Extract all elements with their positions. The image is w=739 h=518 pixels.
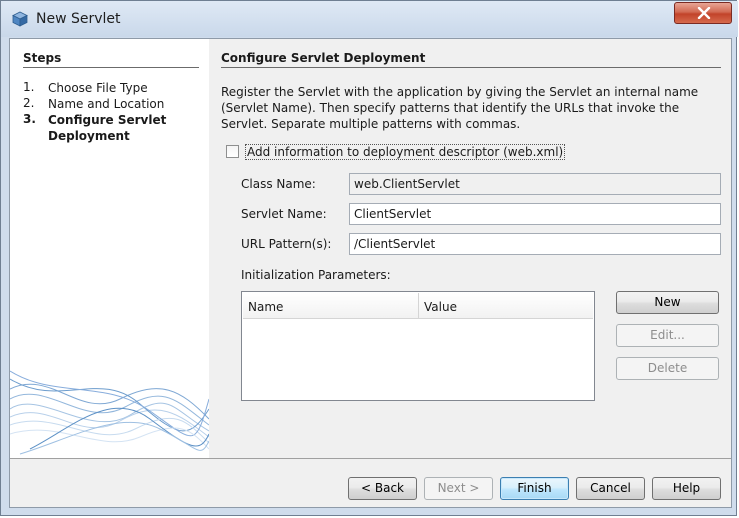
close-icon	[697, 7, 711, 19]
step-label: Choose File Type	[48, 81, 148, 95]
servlet-name-input[interactable]: ClientServlet	[349, 203, 721, 225]
new-servlet-dialog: New Servlet Steps 1. Choose File Type 2.…	[0, 0, 738, 516]
footer-divider	[10, 458, 731, 459]
column-header-name[interactable]: Name	[248, 300, 283, 314]
panel-description: Register the Servlet with the applicatio…	[221, 85, 699, 131]
finish-button[interactable]: Finish	[500, 477, 569, 500]
window-title: New Servlet	[36, 11, 121, 27]
steps-panel: Steps 1. Choose File Type 2. Name and Lo…	[10, 39, 209, 458]
next-button[interactable]: Next >	[424, 477, 493, 500]
class-name-field: web.ClientServlet	[349, 173, 721, 195]
panel-title-divider	[221, 67, 721, 68]
column-header-value[interactable]: Value	[424, 300, 457, 314]
url-pattern-input[interactable]: /ClientServlet	[349, 233, 721, 255]
netbeans-cube-icon	[12, 11, 28, 27]
title-bar[interactable]: New Servlet	[1, 1, 738, 37]
steps-title: Steps	[23, 51, 62, 65]
deployment-descriptor-checkbox-label[interactable]: Add information to deployment descriptor…	[245, 144, 566, 160]
back-button[interactable]: < Back	[348, 477, 417, 500]
init-params-label: Initialization Parameters:	[241, 268, 391, 282]
cancel-button[interactable]: Cancel	[576, 477, 645, 500]
deployment-descriptor-checkbox[interactable]	[226, 145, 239, 158]
step-label: Configure Servlet Deployment	[48, 113, 167, 143]
class-name-label: Class Name:	[241, 177, 316, 191]
step-label: Name and Location	[48, 97, 165, 111]
steps-divider	[23, 67, 199, 68]
servlet-name-label: Servlet Name:	[241, 207, 327, 221]
init-params-table[interactable]: Name Value	[241, 291, 595, 401]
table-header: Name Value	[243, 293, 593, 319]
delete-button[interactable]: Delete	[616, 357, 719, 380]
new-button[interactable]: New	[616, 291, 719, 314]
help-button[interactable]: Help	[652, 477, 721, 500]
step-number: 2.	[23, 96, 35, 110]
step-number: 3.	[23, 112, 36, 126]
url-pattern-label: URL Pattern(s):	[241, 237, 332, 251]
dialog-content: Steps 1. Choose File Type 2. Name and Lo…	[9, 38, 732, 508]
close-button[interactable]	[674, 2, 732, 24]
decorative-waves-graphic	[10, 370, 209, 455]
edit-button[interactable]: Edit...	[616, 324, 719, 347]
panel-title: Configure Servlet Deployment	[221, 51, 426, 65]
column-divider[interactable]	[418, 293, 419, 318]
step-number: 1.	[23, 80, 35, 94]
